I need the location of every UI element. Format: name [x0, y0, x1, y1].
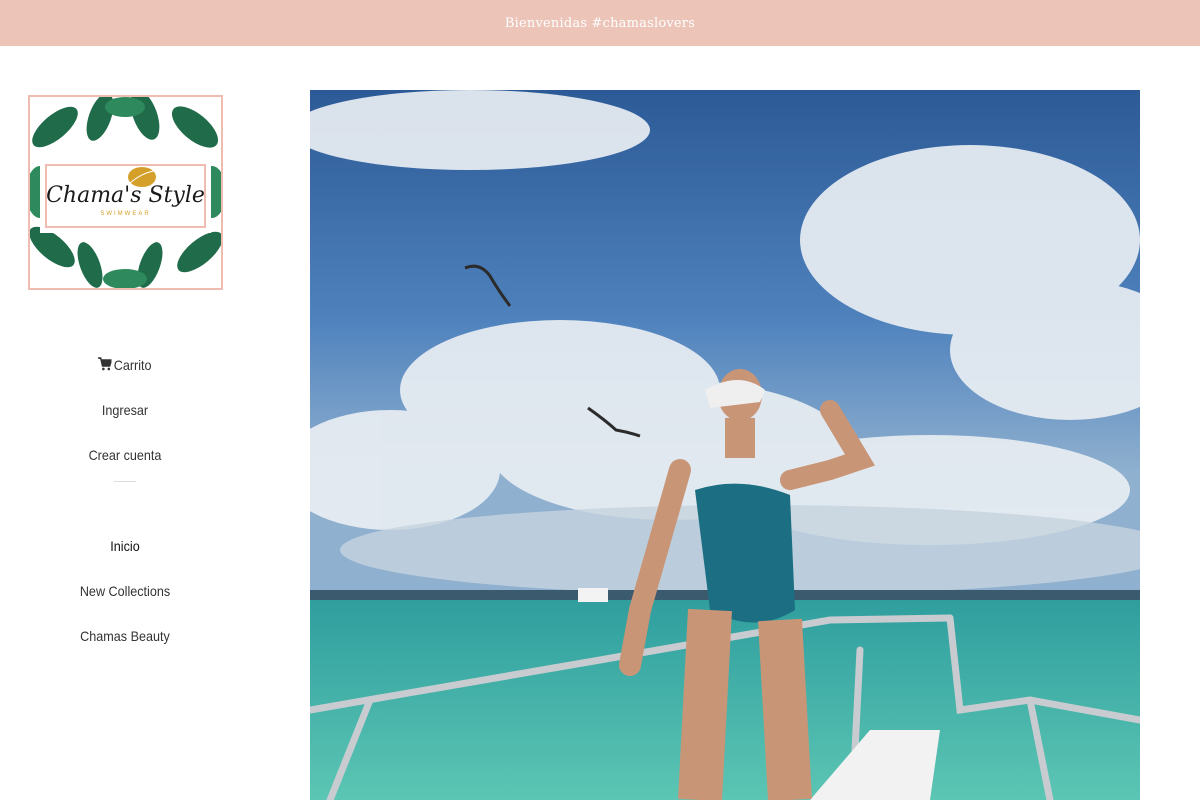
- sidebar-nav: Carrito Ingresar Crear cuenta Inicio New…: [0, 346, 250, 662]
- logo-subtext: SWIMWEAR: [100, 211, 151, 217]
- announcement-text: Bienvenidas #chamaslovers: [504, 15, 696, 31]
- nav-login[interactable]: Ingresar: [13, 391, 238, 436]
- hero-image[interactable]: [310, 90, 1140, 800]
- store-logo[interactable]: Chama's Style SWIMWEAR: [28, 95, 223, 290]
- nav-collections[interactable]: New Collections: [13, 572, 238, 617]
- sidebar: Chama's Style SWIMWEAR Carrito Ingresar …: [0, 46, 250, 800]
- nav-divider: [114, 481, 136, 482]
- logo-wordmark: Chama's Style: [46, 183, 205, 208]
- nav-beauty[interactable]: Chamas Beauty: [13, 617, 238, 662]
- cart-icon: [98, 357, 112, 371]
- nav-home[interactable]: Inicio: [13, 527, 238, 572]
- hero-photo: [310, 90, 1140, 800]
- nav-register[interactable]: Crear cuenta: [13, 436, 238, 481]
- announcement-bar: Bienvenidas #chamaslovers: [0, 0, 1200, 46]
- nav-cart[interactable]: Carrito: [13, 346, 238, 391]
- nav-cart-label: Carrito: [113, 357, 152, 373]
